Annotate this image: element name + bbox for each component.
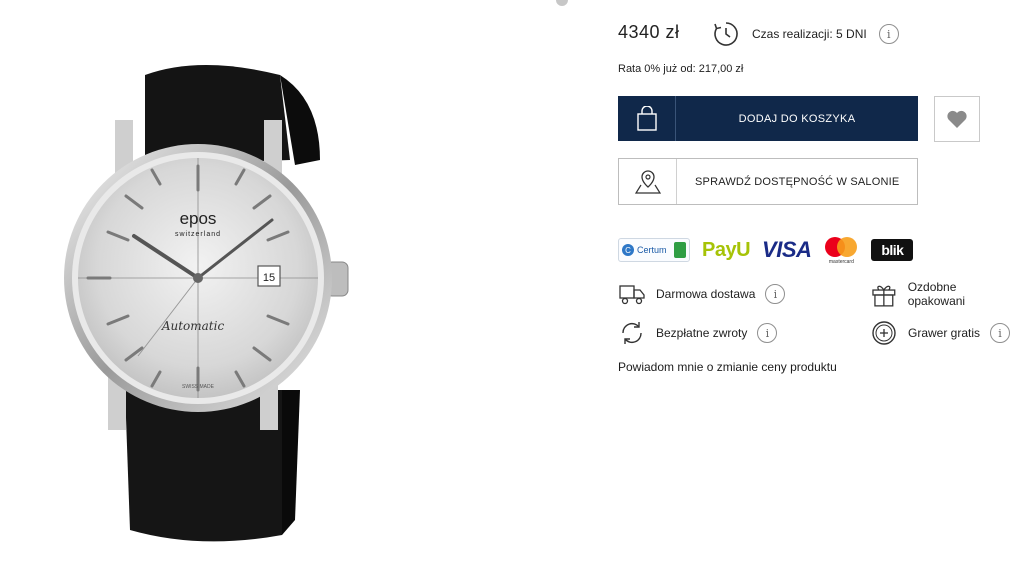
gift-icon — [872, 285, 896, 307]
carousel-dot[interactable] — [556, 0, 568, 6]
visa-logo: VISA — [762, 237, 812, 262]
check-store-label: SPRAWDŹ DOSTĘPNOŚĆ W SALONIE — [695, 175, 900, 188]
free-delivery-info-icon[interactable]: i — [765, 284, 786, 304]
benefit-engraving: Grawer gratis i — [870, 319, 1011, 347]
wishlist-button[interactable] — [934, 96, 980, 142]
engraving-info-icon[interactable]: i — [990, 323, 1011, 343]
dial-automatic: Automatic — [161, 319, 225, 333]
payment-methods: C Certum PayU VISA mastercard blik — [618, 235, 914, 265]
certum-shield-icon: C — [622, 244, 634, 256]
lead-time-text: Czas realizacji: 5 DNI — [752, 27, 867, 41]
engraving-label: Grawer gratis — [908, 326, 981, 340]
dial-brand: epos — [180, 209, 217, 228]
mastercard-logo: mastercard — [823, 235, 859, 265]
certum-label: Certum — [637, 245, 667, 255]
date-window: 15 — [263, 272, 275, 284]
add-to-cart-button[interactable]: DODAJ DO KOSZYKA — [618, 96, 918, 141]
blik-logo: blik — [871, 239, 914, 261]
price-change-notify-link[interactable]: Powiadom mnie o zmianie ceny produktu — [618, 360, 837, 374]
info-icon[interactable]: i — [878, 24, 899, 44]
check-store-availability-button[interactable]: SPRAWDŹ DOSTĘPNOŚĆ W SALONIE — [618, 158, 918, 205]
product-image[interactable]: 15 epos switzerland Automatic SWISS MADE — [50, 50, 370, 550]
dial-swiss-made: SWISS MADE — [182, 384, 215, 390]
refresh-icon — [622, 322, 642, 344]
engraving-icon — [872, 321, 896, 345]
benefit-free-delivery: Darmowa dostawa i — [618, 280, 786, 308]
lock-icon — [674, 242, 686, 258]
lead-time: Czas realizacji: 5 DNI i — [712, 20, 899, 48]
free-returns-info-icon[interactable]: i — [757, 323, 778, 343]
installment-text: Rata 0% już od: 217,00 zł — [618, 63, 744, 75]
certum-logo: C Certum — [618, 238, 690, 262]
product-price: 4340 zł — [618, 22, 680, 42]
benefit-gift-wrap: Ozdobne opakowani — [870, 280, 1016, 308]
payu-logo: PayU — [702, 238, 751, 261]
clock-icon — [714, 22, 738, 46]
benefit-free-returns: Bezpłatne zwroty i — [618, 319, 778, 347]
mastercard-label: mastercard — [828, 259, 854, 265]
heart-icon — [947, 110, 967, 128]
gift-wrap-label: Ozdobne opakowani — [907, 280, 966, 308]
dial-country: switzerland — [175, 231, 221, 238]
add-to-cart-label: DODAJ DO KOSZYKA — [738, 112, 856, 125]
watch-illustration: 15 epos switzerland Automatic SWISS MADE — [64, 65, 349, 542]
truck-icon — [619, 285, 645, 305]
shopping-bag-icon — [618, 96, 676, 141]
free-delivery-label: Darmowa dostawa — [656, 287, 756, 301]
free-returns-label: Bezpłatne zwroty — [656, 326, 748, 340]
map-pin-icon — [619, 159, 677, 204]
